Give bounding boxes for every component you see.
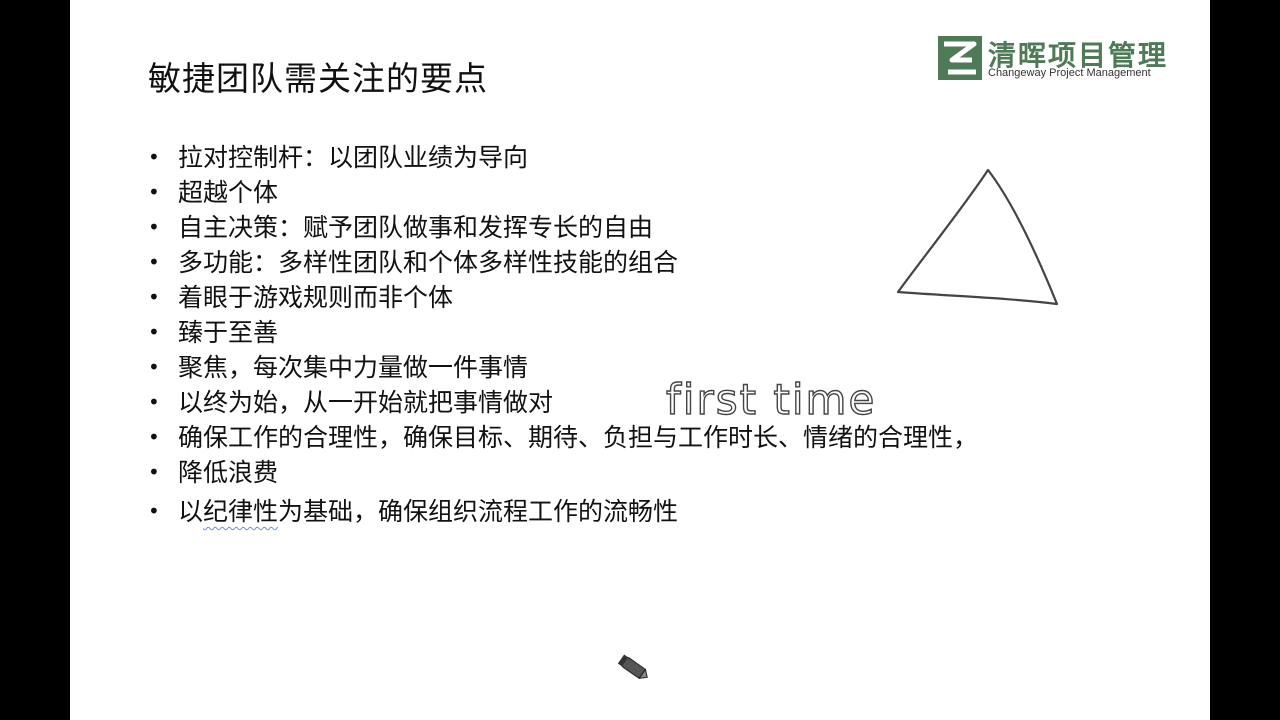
bullet-item: 聚焦，每次集中力量做一件事情 xyxy=(144,350,1144,385)
company-logo: 清晖项目管理 Changeway Project Management xyxy=(938,36,1168,82)
bullet-item: 自主决策：赋予团队做事和发挥专长的自由 xyxy=(144,210,1144,245)
bullet-item: 着眼于游戏规则而非个体 xyxy=(144,280,1144,315)
bullet-item: 确保工作的合理性，确保目标、期待、负担与工作时长、情绪的合理性， xyxy=(144,420,1144,455)
bullet-continuation: 降低浪费 xyxy=(144,455,1144,490)
bullet-list: 拉对控制杆：以团队业绩为导向 超越个体 自主决策：赋予团队做事和发挥专长的自由 … xyxy=(144,140,1144,529)
slide: 敏捷团队需关注的要点 清晖项目管理 Changeway Project Mana… xyxy=(70,0,1210,720)
last-bullet-suffix: 为基础，确保组织流程工作的流畅性 xyxy=(278,497,679,526)
pen-cursor-icon xyxy=(614,650,652,686)
bullet-continuation-text: 降低浪费 xyxy=(178,458,279,487)
bullet-item: 以终为始，从一开始就把事情做对 xyxy=(144,385,1144,420)
bullet-item: 拉对控制杆：以团队业绩为导向 xyxy=(144,140,1144,175)
slide-title: 敏捷团队需关注的要点 xyxy=(148,59,488,98)
bullet-item: 臻于至善 xyxy=(144,315,1144,350)
logo-text-en: Changeway Project Management xyxy=(988,67,1151,79)
screen: 敏捷团队需关注的要点 清晖项目管理 Changeway Project Mana… xyxy=(0,0,1280,720)
underlined-word: 纪律性 xyxy=(203,497,279,526)
bullet-item: 多功能：多样性团队和个体多样性技能的组合 xyxy=(144,245,1144,280)
logo-mark-icon xyxy=(938,36,982,80)
bullet-item-last: 以纪律性为基础，确保组织流程工作的流畅性 xyxy=(144,494,1144,529)
bullet-item: 超越个体 xyxy=(144,175,1144,210)
last-bullet-prefix: 以 xyxy=(178,497,204,526)
